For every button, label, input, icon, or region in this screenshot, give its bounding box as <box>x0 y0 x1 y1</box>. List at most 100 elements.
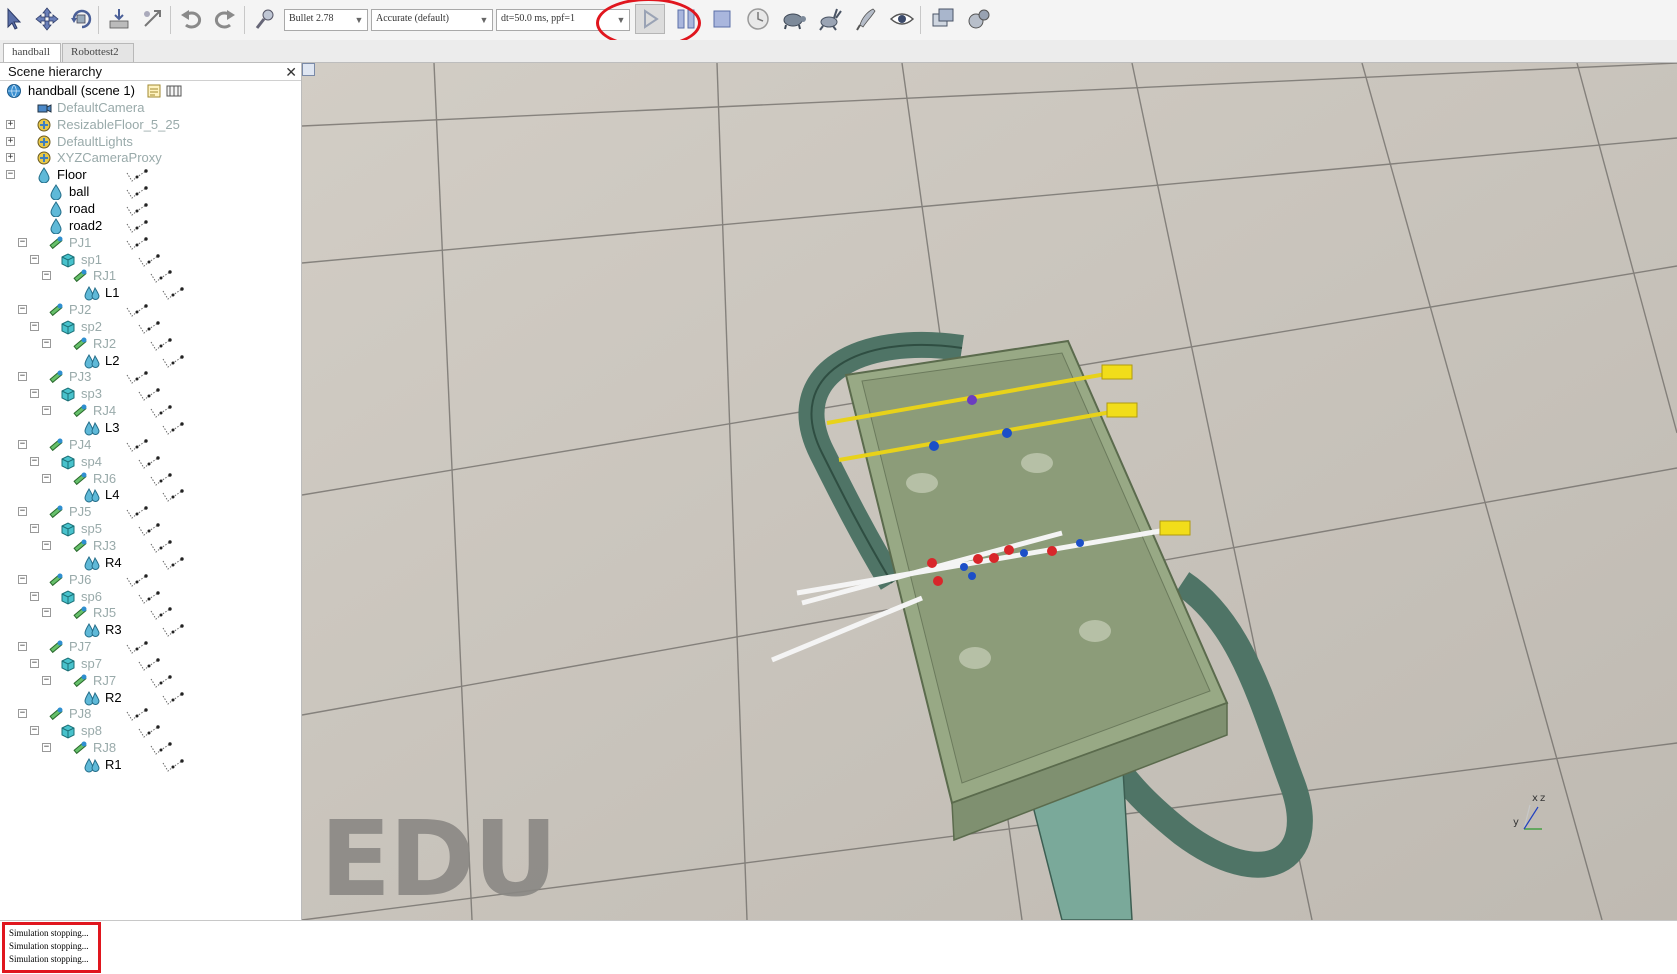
expand-toggle-icon[interactable]: + <box>6 119 15 129</box>
expand-toggle-icon[interactable]: − <box>18 372 27 382</box>
expand-toggle-icon[interactable]: − <box>18 439 27 449</box>
expand-toggle-icon[interactable]: − <box>18 507 27 517</box>
expand-toggle-icon[interactable]: − <box>30 321 39 331</box>
rotate-icon[interactable] <box>66 4 96 34</box>
expand-toggle-icon[interactable]: − <box>30 726 39 736</box>
expand-toggle-icon[interactable]: − <box>42 406 51 416</box>
tree-item-road2[interactable]: road2 <box>0 217 301 235</box>
tree-item-floor[interactable]: − Floor <box>0 166 301 184</box>
expand-toggle-icon[interactable]: − <box>6 170 15 180</box>
tree-item-pj2[interactable]: − PJ2 <box>0 301 301 319</box>
transfer-dna-icon[interactable] <box>138 4 168 34</box>
accuracy-select[interactable]: Accurate (default) ▼ <box>371 9 493 31</box>
stop-button[interactable] <box>707 4 737 34</box>
tree-item-r2[interactable]: R2 <box>0 689 301 707</box>
expand-toggle-icon[interactable]: − <box>42 608 51 618</box>
tree-item-label: ball <box>69 184 90 200</box>
move-icon[interactable] <box>32 4 62 34</box>
expand-toggle-icon[interactable]: − <box>30 456 39 466</box>
tree-item-road[interactable]: road <box>0 200 301 218</box>
object-link-icon <box>150 606 172 621</box>
tree-item-rj7[interactable]: − RJ7 <box>0 672 301 690</box>
redo-icon[interactable] <box>210 4 240 34</box>
engine-settings-icon[interactable] <box>250 4 280 34</box>
expand-toggle-icon[interactable]: − <box>30 254 39 264</box>
expand-toggle-icon[interactable]: − <box>18 709 27 719</box>
cube-icon <box>60 521 76 537</box>
tree-item-label: RJ1 <box>93 268 117 284</box>
tree-item-sp5[interactable]: − sp5 <box>0 520 301 538</box>
tree-item-pj8[interactable]: − PJ8 <box>0 705 301 723</box>
expand-toggle-icon[interactable]: − <box>30 658 39 668</box>
tree-item-l2[interactable]: L2 <box>0 352 301 370</box>
tree-item-pj7[interactable]: − PJ7 <box>0 638 301 656</box>
thread-rendering-button[interactable] <box>851 4 881 34</box>
tree-item-rj4[interactable]: − RJ4 <box>0 402 301 420</box>
close-icon[interactable]: ✕ <box>285 64 297 80</box>
tree-item-defaultcamera[interactable]: DefaultCamera <box>0 99 301 117</box>
tree-item-rj1[interactable]: − RJ1 <box>0 267 301 285</box>
assemble-icon[interactable] <box>104 4 134 34</box>
slow-down-button[interactable] <box>779 4 809 34</box>
visualization-button[interactable] <box>887 4 917 34</box>
tree-item-r1[interactable]: R1 <box>0 756 301 774</box>
expand-toggle-icon[interactable]: − <box>18 305 27 315</box>
tree-item-rj5[interactable]: − RJ5 <box>0 604 301 622</box>
tree-item-l4[interactable]: L4 <box>0 486 301 504</box>
tree-item-root[interactable]: handball (scene 1) <box>0 82 301 100</box>
tree-item-sp2[interactable]: − sp2 <box>0 318 301 336</box>
tree-item-r4[interactable]: R4 <box>0 554 301 572</box>
pointer-icon[interactable] <box>0 4 30 34</box>
tree-item-r3[interactable]: R3 <box>0 621 301 639</box>
tree-item-pj5[interactable]: − PJ5 <box>0 503 301 521</box>
tree-item-ball[interactable]: ball <box>0 183 301 201</box>
shape-icon <box>36 167 52 184</box>
expand-toggle-icon[interactable]: + <box>6 136 15 146</box>
tree-item-pj4[interactable]: − PJ4 <box>0 436 301 454</box>
tree-item-l3[interactable]: L3 <box>0 419 301 437</box>
tree-item-label: DefaultCamera <box>57 99 145 115</box>
expand-toggle-icon[interactable]: − <box>18 574 27 584</box>
expand-toggle-icon[interactable]: − <box>18 237 27 247</box>
tab-handball[interactable]: handball <box>3 43 61 62</box>
tree-item-resizablefloor-5-25[interactable]: + ResizableFloor_5_25 <box>0 116 301 134</box>
tree-item-rj3[interactable]: − RJ3 <box>0 537 301 555</box>
undo-icon[interactable] <box>176 4 206 34</box>
expand-toggle-icon[interactable]: − <box>42 743 51 753</box>
expand-toggle-icon[interactable]: − <box>42 473 51 483</box>
expand-toggle-icon[interactable]: − <box>30 524 39 534</box>
expand-toggle-icon[interactable]: − <box>42 675 51 685</box>
tree-item-pj6[interactable]: − PJ6 <box>0 571 301 589</box>
expand-toggle-icon[interactable]: − <box>42 338 51 348</box>
tree-item-sp6[interactable]: − sp6 <box>0 588 301 606</box>
expand-toggle-icon[interactable]: − <box>30 591 39 601</box>
view-menu-icon[interactable] <box>302 63 315 76</box>
tree-item-pj1[interactable]: − PJ1 <box>0 234 301 252</box>
tree-item-pj3[interactable]: − PJ3 <box>0 368 301 386</box>
tree-item-sp4[interactable]: − sp4 <box>0 453 301 471</box>
scene-selector-button[interactable] <box>964 4 994 34</box>
tree-item-sp1[interactable]: − sp1 <box>0 251 301 269</box>
tree-item-l1[interactable]: L1 <box>0 284 301 302</box>
tree-item-rj6[interactable]: − RJ6 <box>0 470 301 488</box>
expand-toggle-icon[interactable]: − <box>42 271 51 281</box>
speed-up-button[interactable] <box>815 4 845 34</box>
expand-toggle-icon[interactable]: − <box>30 389 39 399</box>
scene-viewport[interactable]: x y z EDU <box>302 63 1677 920</box>
page-selector-button[interactable] <box>928 4 958 34</box>
tab-robottest2[interactable]: Robottest2 <box>62 43 134 62</box>
realtime-button[interactable] <box>743 4 773 34</box>
tree-item-rj8[interactable]: − RJ8 <box>0 739 301 757</box>
object-link-icon <box>162 354 184 368</box>
tree-item-label: Floor <box>57 167 87 183</box>
tree-item-rj2[interactable]: − RJ2 <box>0 335 301 353</box>
tree-item-sp3[interactable]: − sp3 <box>0 385 301 403</box>
physics-engine-select[interactable]: Bullet 2.78 ▼ <box>284 9 368 31</box>
tree-item-sp8[interactable]: − sp8 <box>0 722 301 740</box>
expand-toggle-icon[interactable]: + <box>6 153 15 163</box>
tree-item-xyzcameraproxy[interactable]: + XYZCameraProxy <box>0 149 301 167</box>
expand-toggle-icon[interactable]: − <box>42 540 51 550</box>
expand-toggle-icon[interactable]: − <box>18 642 27 652</box>
tree-item-sp7[interactable]: − sp7 <box>0 655 301 673</box>
tree-item-defaultlights[interactable]: + DefaultLights <box>0 133 301 151</box>
